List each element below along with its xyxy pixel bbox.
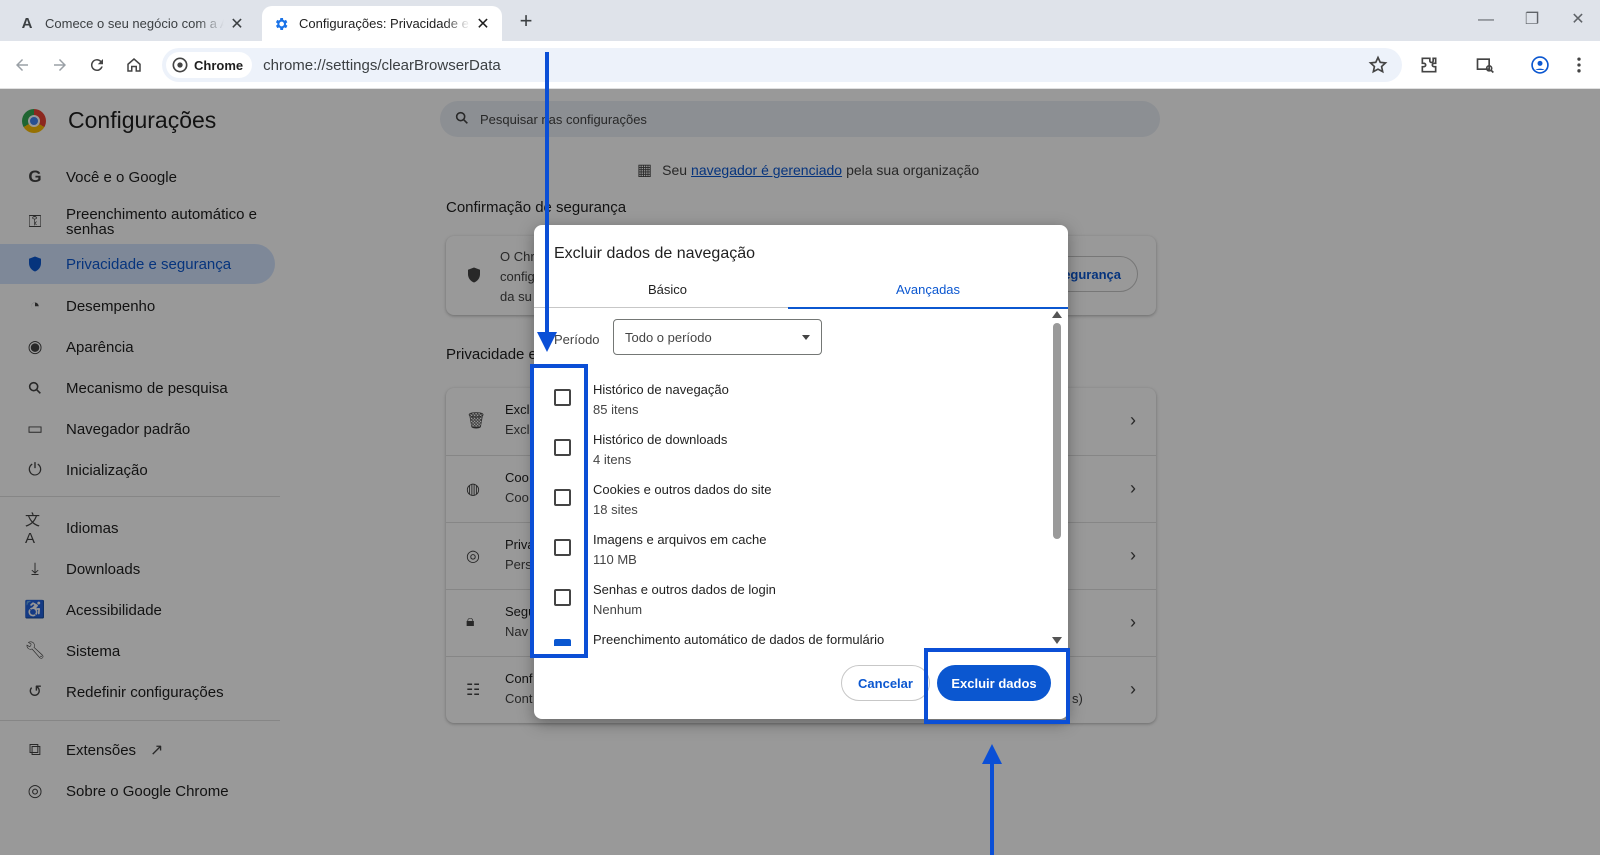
minimize-icon[interactable]: —: [1474, 8, 1498, 32]
chip-label: Chrome: [194, 57, 244, 73]
checkbox-row-cookies[interactable]: Cookies e outros dados do site 18 sites: [534, 482, 1044, 532]
clear-browsing-data-dialog: Excluir dados de navegação Básico Avança…: [534, 225, 1068, 719]
tab-basic[interactable]: Básico: [534, 271, 801, 308]
scrollbar-thumb[interactable]: [1053, 323, 1061, 539]
new-tab-button[interactable]: +: [512, 8, 540, 36]
window-close-icon[interactable]: ✕: [1566, 8, 1590, 32]
annotation-arrow-head: [537, 332, 557, 352]
dialog-scrollbar[interactable]: [1050, 311, 1064, 646]
annotation-arrow-line: [545, 52, 549, 334]
back-icon[interactable]: [10, 53, 34, 77]
address-bar[interactable]: Chrome chrome://settings/clearBrowserDat…: [162, 48, 1402, 82]
annotation-arrow-head: [982, 744, 1002, 764]
a-logo-icon: A: [21, 15, 33, 32]
menu-dots-icon[interactable]: [1567, 53, 1591, 77]
home-icon[interactable]: [122, 53, 146, 77]
period-select[interactable]: Todo o período: [613, 319, 822, 355]
dialog-title: Excluir dados de navegação: [554, 245, 756, 262]
restore-icon[interactable]: ❐: [1520, 8, 1544, 32]
dropdown-arrow-icon: [802, 335, 810, 340]
checkbox-row-passwords[interactable]: Senhas e outros dados de login Nenhum: [534, 582, 1044, 632]
checkbox-row-autofill[interactable]: Preenchimento automático de dados de for…: [534, 632, 1044, 646]
dialog-content: Período Todo o período Histórico de nave…: [534, 311, 1068, 646]
bookmark-star-icon[interactable]: [1368, 55, 1388, 75]
period-value: Todo o período: [625, 329, 712, 345]
site-info-chip[interactable]: Chrome: [166, 52, 253, 78]
gear-icon: [272, 15, 290, 33]
close-icon[interactable]: ✕: [228, 14, 246, 34]
tab-title: Comece o seu negócio com a A: [45, 16, 224, 31]
scroll-up-arrow-icon[interactable]: [1052, 311, 1062, 318]
annotation-box-checkboxes: [530, 364, 588, 658]
profile-avatar-icon[interactable]: [1528, 53, 1552, 77]
tab-active[interactable]: Configurações: Privacidade e se ✕: [262, 6, 502, 41]
close-icon[interactable]: ✕: [474, 14, 492, 34]
forward-icon[interactable]: [48, 53, 72, 77]
tab-search-icon[interactable]: [1473, 53, 1497, 77]
tab-strip: A Comece o seu negócio com a A ✕ Configu…: [0, 0, 1600, 41]
checkbox-row-downloads[interactable]: Histórico de downloads 4 itens: [534, 432, 1044, 482]
toolbar: Chrome chrome://settings/clearBrowserDat…: [0, 41, 1600, 89]
cancel-button[interactable]: Cancelar: [841, 665, 930, 701]
dialog-tabs: Básico Avançadas: [534, 271, 1068, 309]
reload-icon[interactable]: [85, 53, 109, 77]
chrome-icon: [172, 57, 188, 73]
period-label: Período: [554, 332, 600, 347]
tab-inactive[interactable]: A Comece o seu negócio com a A ✕: [8, 6, 256, 41]
checkbox-row-cache[interactable]: Imagens e arquivos em cache 110 MB: [534, 532, 1044, 582]
annotation-arrow-line: [990, 762, 994, 855]
annotation-box-delete-button: [924, 648, 1070, 724]
tab-title: Configurações: Privacidade e se: [299, 16, 470, 31]
scroll-down-arrow-icon[interactable]: [1052, 637, 1062, 644]
extensions-puzzle-icon[interactable]: [1417, 53, 1441, 77]
tab-advanced[interactable]: Avançadas: [788, 271, 1068, 309]
url-text[interactable]: chrome://settings/clearBrowserData: [263, 57, 501, 74]
checkbox-row-history[interactable]: Histórico de navegação 85 itens: [534, 382, 1044, 432]
